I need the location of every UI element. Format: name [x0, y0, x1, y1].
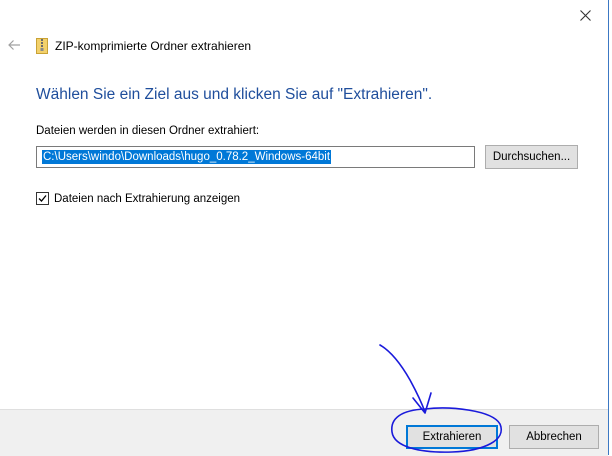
extract-dialog: ZIP-komprimierte Ordner extrahieren Wähl… [0, 0, 609, 456]
show-files-label: Dateien nach Extrahierung anzeigen [54, 192, 241, 205]
cancel-button[interactable]: Abbrechen [509, 425, 599, 449]
show-files-option[interactable]: Dateien nach Extrahierung anzeigen [36, 192, 240, 205]
dialog-title: ZIP-komprimierte Ordner extrahieren [55, 39, 252, 53]
zip-folder-icon [36, 38, 48, 54]
dialog-header: ZIP-komprimierte Ordner extrahieren [36, 36, 251, 56]
close-icon [579, 9, 591, 21]
checkmark-icon [38, 195, 47, 202]
show-files-checkbox[interactable] [36, 192, 49, 205]
destination-path-text: C:\Users\windo\Downloads\hugo_0.78.2_Win… [42, 150, 332, 164]
instruction-heading: Wählen Sie ein Ziel aus und klicken Sie … [36, 86, 433, 103]
browse-button[interactable]: Durchsuchen... [485, 145, 578, 169]
close-button[interactable] [570, 2, 600, 28]
extract-button[interactable]: Extrahieren [406, 425, 498, 449]
back-arrow-icon [8, 40, 20, 50]
back-button[interactable] [4, 36, 24, 54]
destination-label: Dateien werden in diesen Ordner extrahie… [36, 125, 260, 137]
destination-path-input[interactable]: C:\Users\windo\Downloads\hugo_0.78.2_Win… [36, 146, 475, 168]
dialog-footer: Extrahieren Abbrechen [0, 409, 608, 456]
